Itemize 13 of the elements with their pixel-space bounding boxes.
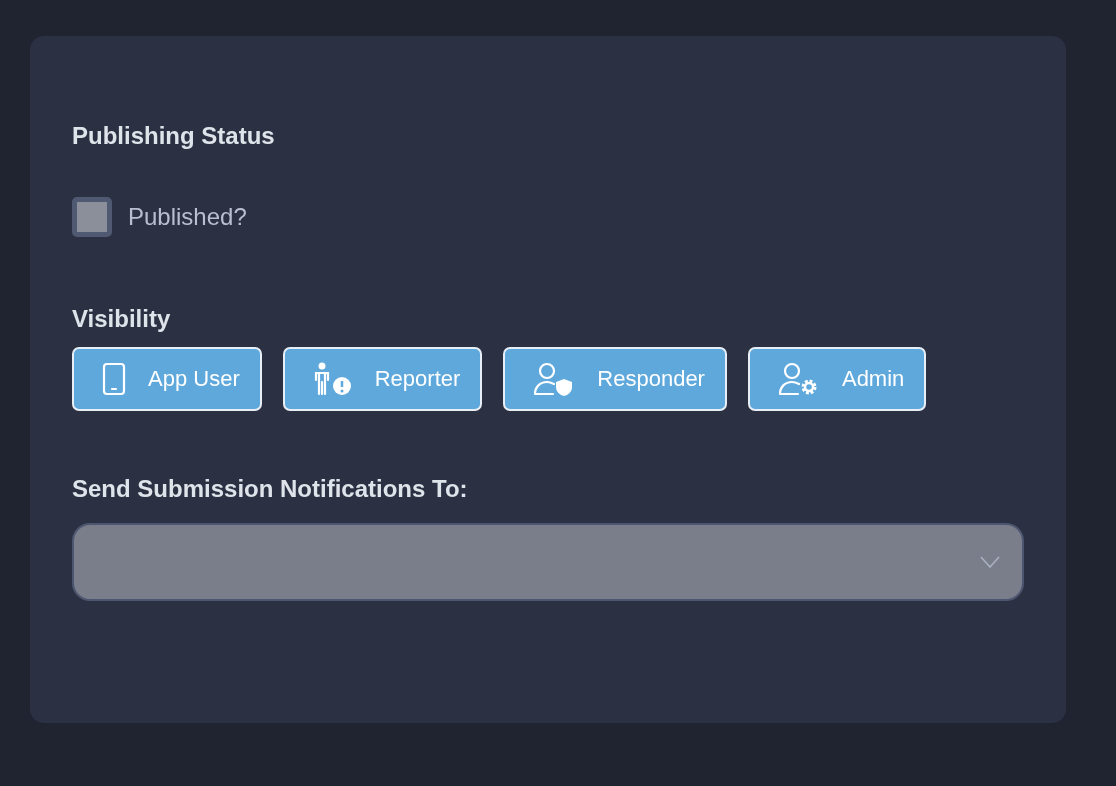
section-title: Visibility bbox=[72, 304, 172, 334]
section-title: Send Submission Notifications To: bbox=[72, 474, 469, 504]
role-toggle-button[interactable]: App User bbox=[72, 347, 262, 411]
role-toggle-button[interactable]: Responder bbox=[503, 347, 727, 411]
phone-icon bbox=[102, 362, 126, 396]
recipients-select[interactable] bbox=[72, 523, 1024, 601]
person-alert-icon bbox=[312, 362, 353, 396]
checkbox-label: Published? bbox=[128, 203, 247, 231]
published-checkbox[interactable] bbox=[72, 197, 112, 237]
section-title: Publishing Status bbox=[72, 121, 276, 151]
role-toggle-button[interactable]: Admin bbox=[747, 347, 927, 411]
chevron-icon bbox=[980, 556, 1000, 568]
role-toggle-button[interactable]: Reporter bbox=[282, 347, 483, 411]
